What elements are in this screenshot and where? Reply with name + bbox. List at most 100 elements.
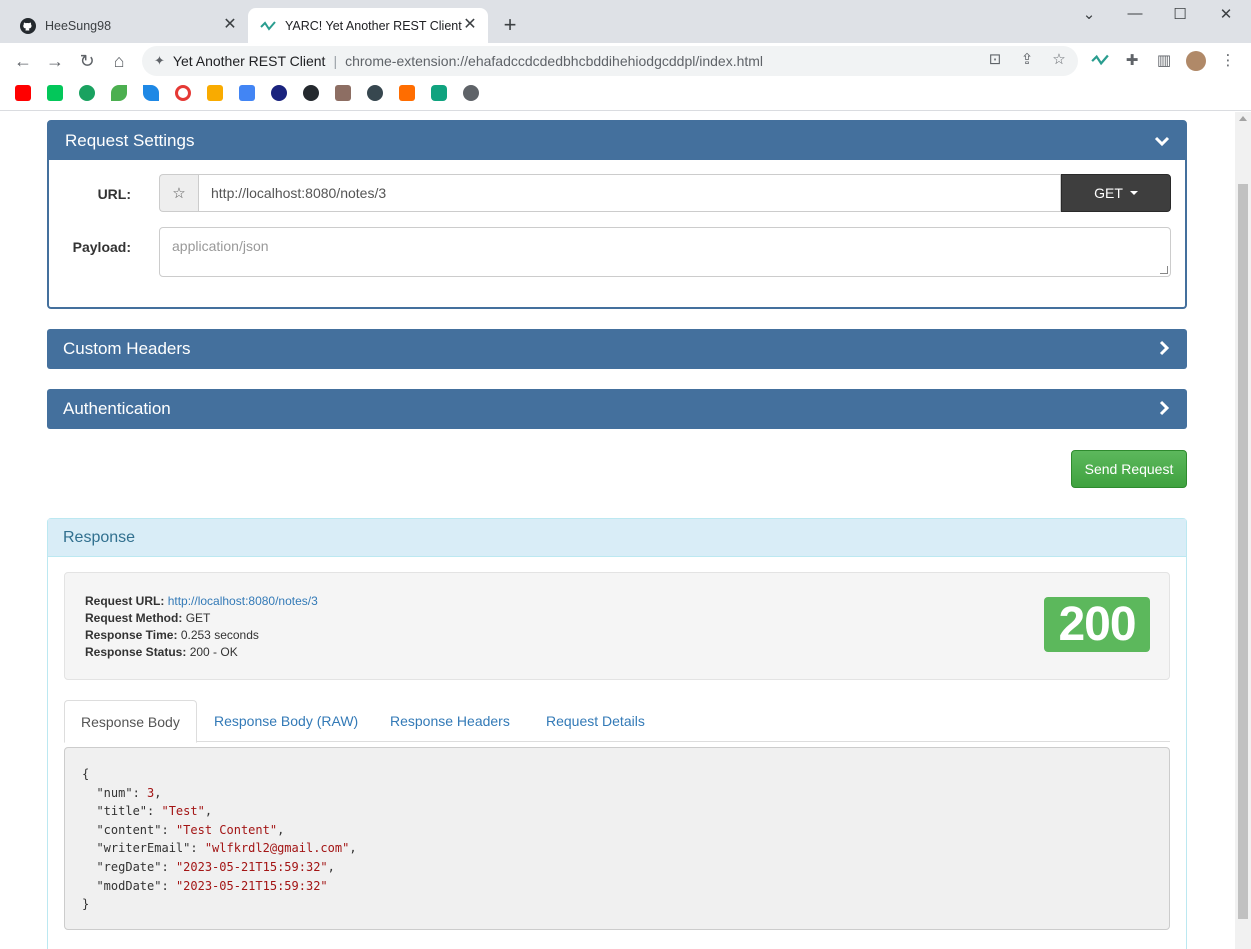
json-key: "content" [96, 822, 162, 837]
chatgpt-icon[interactable] [431, 85, 447, 101]
yarc-extension-icon[interactable] [1090, 51, 1110, 71]
side-panel-icon[interactable]: ▥ [1154, 51, 1174, 71]
yarc-icon [260, 18, 276, 34]
request-settings-panel: Request Settings URL: ☆ http://localhost… [47, 120, 1187, 309]
url-label: URL: [97, 186, 131, 202]
json-open-brace: { [82, 767, 90, 781]
leaf-icon[interactable] [111, 85, 127, 101]
json-value: "wlfkrdl2@gmail.com" [204, 841, 350, 856]
json-comma: , [327, 859, 335, 874]
chevron-right-icon [1159, 340, 1170, 356]
tab-search-chevron-icon[interactable]: ⌄ [1079, 5, 1099, 23]
tab-response-body[interactable]: Response Body [64, 700, 197, 743]
response-summary: Request URL: http://localhost:8080/notes… [64, 572, 1170, 680]
back-icon[interactable]: ← [11, 49, 35, 73]
json-key: "num" [96, 785, 133, 800]
menu-kebab-icon[interactable]: ⋮ [1218, 51, 1238, 71]
forward-icon[interactable]: → [43, 49, 67, 73]
caret-down-icon [1129, 191, 1138, 195]
resize-grip-icon[interactable] [1160, 266, 1168, 274]
response-status-value: 200 - OK [189, 645, 238, 659]
globe-icon[interactable] [463, 85, 479, 101]
json-value: "Test Content" [175, 822, 278, 837]
authentication-panel: Authentication [47, 389, 1187, 429]
chevron-right-icon [1159, 400, 1170, 416]
url-input-group: ☆ http://localhost:8080/notes/3 GET [159, 174, 1171, 212]
scroll-up-arrow-icon[interactable] [1239, 116, 1247, 121]
close-tab-icon[interactable]: ✕ [462, 17, 478, 33]
json-line: "content": "Test Content", [96, 822, 285, 837]
photo-icon[interactable] [335, 85, 351, 101]
tab-strip: HeeSung98 ✕ YARC! Yet Another REST Clien… [0, 0, 1251, 43]
home-icon[interactable]: ⌂ [107, 49, 131, 73]
address-site-name: Yet Another REST Client [172, 53, 326, 69]
json-line: "regDate": "2023-05-21T15:59:32", [96, 859, 335, 874]
response-panel: Response Request URL: http://localhost:8… [47, 518, 1187, 949]
page-scrollbar[interactable] [1235, 112, 1251, 949]
authentication-header[interactable]: Authentication [47, 389, 1187, 429]
classroom-icon[interactable] [207, 85, 223, 101]
json-line: "num": 3, [96, 785, 162, 800]
minimize-icon[interactable]: — [1125, 5, 1145, 22]
json-key: "modDate" [96, 878, 162, 893]
address-bar[interactable]: ✦ Yet Another REST Client | chrome-exten… [142, 46, 1078, 76]
box-icon[interactable] [399, 85, 415, 101]
reload-icon[interactable]: ↻ [75, 49, 99, 73]
github-icon[interactable] [303, 85, 319, 101]
extensions-icon[interactable]: ✚ [1122, 51, 1142, 71]
tab-response-body-raw[interactable]: Response Body (RAW) [198, 700, 374, 742]
response-info: Request URL: http://localhost:8080/notes… [85, 593, 318, 661]
drive-icon[interactable] [239, 85, 255, 101]
status-code-badge: 200 [1044, 597, 1150, 652]
url-input[interactable]: http://localhost:8080/notes/3 [198, 174, 1061, 212]
request-url-link[interactable]: http://localhost:8080/notes/3 [168, 594, 318, 608]
request-settings-header[interactable]: Request Settings [49, 122, 1185, 160]
bookmarks-bar [0, 79, 1251, 111]
share-icon[interactable]: ⇪ [1018, 50, 1036, 68]
request-method-label: Request Method: [85, 611, 183, 625]
tab-response-headers[interactable]: Response Headers [374, 700, 526, 742]
circle-icon[interactable] [175, 85, 191, 101]
response-header: Response [48, 519, 1186, 557]
json-value: "2023-05-21T15:59:32" [175, 859, 328, 874]
json-line: "writerEmail": "wlfkrdl2@gmail.com", [96, 841, 357, 856]
yarc-page: Request Settings URL: ☆ http://localhost… [0, 112, 1235, 949]
browser-tab-yarc[interactable]: YARC! Yet Another REST Client ✕ [248, 8, 488, 43]
avatar-icon[interactable] [367, 85, 383, 101]
profile-avatar[interactable] [1186, 51, 1206, 71]
custom-headers-panel: Custom Headers [47, 329, 1187, 369]
payload-textarea[interactable]: application/json [159, 227, 1171, 277]
panel-title: Custom Headers [63, 339, 191, 358]
bookmark-star-icon[interactable]: ☆ [1050, 50, 1068, 68]
new-tab-icon[interactable]: + [499, 14, 521, 36]
json-line: "modDate": "2023-05-21T15:59:32" [96, 878, 328, 893]
browser-tab-heesung98[interactable]: HeeSung98 ✕ [8, 8, 248, 43]
maximize-icon[interactable]: ☐ [1170, 5, 1190, 23]
browser-toolbar: ← → ↻ ⌂ ✦ Yet Another REST Client | chro… [0, 43, 1251, 79]
response-time-label: Response Time: [85, 628, 178, 642]
tab-request-details[interactable]: Request Details [530, 700, 661, 742]
json-comma: , [154, 785, 162, 800]
naver-icon[interactable] [47, 85, 63, 101]
github-icon [20, 17, 36, 34]
json-comma: , [277, 822, 285, 837]
custom-headers-header[interactable]: Custom Headers [47, 329, 1187, 369]
app-icon[interactable] [79, 85, 95, 101]
youtube-icon[interactable] [15, 85, 31, 101]
send-request-button[interactable]: Send Request [1071, 450, 1187, 488]
owl-icon[interactable] [271, 85, 287, 101]
browser-tab-title: YARC! Yet Another REST Client [285, 18, 462, 33]
payload-label: Payload: [72, 239, 131, 255]
favorite-star-icon[interactable]: ☆ [159, 174, 198, 212]
json-value: "Test" [161, 804, 205, 819]
scrollbar-thumb[interactable] [1238, 184, 1248, 919]
translate-icon[interactable]: ⊡ [986, 50, 1004, 68]
json-value: "2023-05-21T15:59:32" [175, 878, 328, 893]
response-time-value: 0.253 seconds [180, 628, 259, 642]
method-label: GET [1094, 185, 1123, 201]
close-tab-icon[interactable]: ✕ [222, 17, 238, 33]
close-window-icon[interactable]: ✕ [1216, 5, 1236, 23]
method-dropdown-button[interactable]: GET [1061, 174, 1171, 212]
feather-icon[interactable] [143, 85, 159, 101]
panel-title: Request Settings [65, 131, 195, 150]
